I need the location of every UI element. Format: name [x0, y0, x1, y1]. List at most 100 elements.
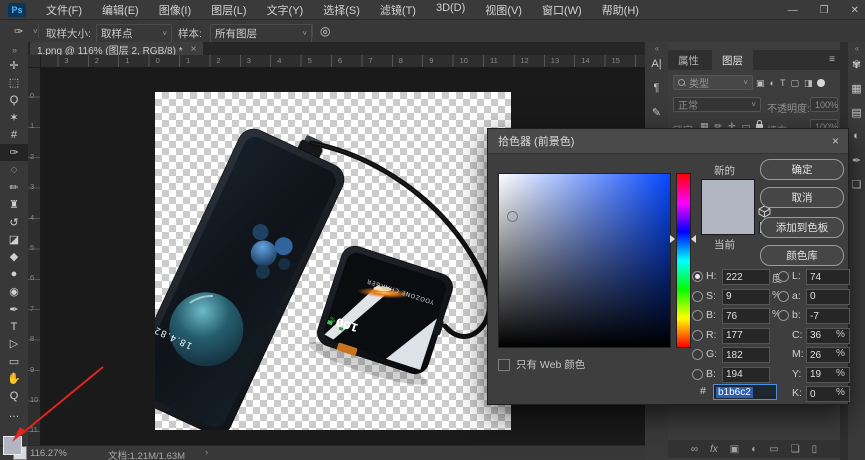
menu-item-2[interactable]: 图像(I): [159, 2, 191, 18]
dialog-close-icon[interactable]: ×: [832, 134, 839, 148]
menu-item-7[interactable]: 3D(D): [436, 2, 465, 18]
panel-menu-icon[interactable]: ≡: [829, 54, 835, 65]
layer-effects-icon[interactable]: fx: [710, 444, 718, 455]
toolbar-overflow-icon[interactable]: »: [0, 42, 28, 57]
status-chevron-icon[interactable]: ›: [205, 447, 208, 458]
filter-shape-layers-icon[interactable]: ▢: [790, 78, 799, 89]
edit-toolbar[interactable]: …: [0, 405, 28, 422]
history-brush-tool[interactable]: ↺: [0, 214, 28, 231]
delete-layer-icon[interactable]: ▯: [812, 444, 818, 455]
value-input[interactable]: -7: [806, 308, 850, 324]
marquee-tool[interactable]: ⬚: [0, 74, 28, 91]
libraries-panel-icon[interactable]: ▤: [848, 106, 865, 119]
color-panel-icon[interactable]: ✾: [848, 58, 865, 71]
move-tool[interactable]: ✛: [0, 57, 28, 74]
radio-b[interactable]: [778, 310, 789, 321]
filter-toggle-icon[interactable]: [817, 79, 825, 87]
lasso-tool[interactable]: Ϙ: [0, 92, 28, 109]
filter-type-layers-icon[interactable]: T: [780, 78, 786, 88]
pen-tool[interactable]: ✒: [0, 301, 28, 318]
menu-item-1[interactable]: 编辑(E): [102, 2, 139, 18]
dodge-tool[interactable]: ◉: [0, 283, 28, 300]
tool-bar: ✛⬚Ϙ✶#✑◌✏♜↺◪◆●◉✒T▷▭✋Q… ↻: [0, 57, 29, 460]
crop-tool[interactable]: #: [0, 127, 28, 144]
web-colors-only-row: 只有 Web 颜色: [498, 357, 585, 372]
tab-close-icon[interactable]: ×: [191, 44, 197, 55]
minimize-icon[interactable]: —: [788, 5, 798, 16]
paragraph-panel-icon[interactable]: ¶: [645, 82, 668, 94]
radio-L[interactable]: [778, 271, 789, 282]
tab-layers[interactable]: 图层: [712, 50, 753, 70]
add-layer-mask-icon[interactable]: ▣: [730, 444, 739, 455]
magic-wand-tool[interactable]: ✶: [0, 109, 28, 126]
shape-tool[interactable]: ▭: [0, 353, 28, 370]
layer-filter-search[interactable]: 类型 ˅: [673, 75, 753, 90]
eyedropper-options-icon[interactable]: ✑: [14, 25, 23, 38]
blur-tool[interactable]: ●: [0, 266, 28, 283]
cancel-button[interactable]: 取消: [760, 187, 844, 208]
menu-item-10[interactable]: 帮助(H): [602, 2, 639, 18]
menu-item-6[interactable]: 滤镜(T): [380, 2, 416, 18]
adjustments-panel-icon[interactable]: ◐: [848, 130, 865, 142]
web-colors-only-checkbox[interactable]: [498, 359, 510, 371]
eyedropper-tool[interactable]: ✑: [0, 144, 28, 161]
menu-item-9[interactable]: 窗口(W): [542, 2, 582, 18]
foreground-color-swatch[interactable]: [3, 436, 22, 455]
transparent-artboard[interactable]: 18.4.82 YOOZONE CHARGER 1: [155, 92, 511, 430]
color-value-row: b:-7: [488, 308, 850, 324]
gradient-tool[interactable]: ◆: [0, 248, 28, 265]
sample-dropdown[interactable]: 所有图层 ˅: [210, 24, 312, 43]
value-input[interactable]: 0: [806, 289, 850, 305]
shapes-panel-icon[interactable]: ❏: [848, 178, 865, 191]
new-layer-icon[interactable]: ❏: [791, 444, 800, 455]
zoom-level[interactable]: 116.27%: [30, 448, 67, 459]
close-icon[interactable]: ✕: [851, 5, 859, 16]
menu-item-5[interactable]: 选择(S): [323, 2, 360, 18]
brush-tool[interactable]: ✏: [0, 179, 28, 196]
menu-item-4[interactable]: 文字(Y): [267, 2, 304, 18]
type-tool[interactable]: T: [0, 318, 28, 335]
eraser-tool[interactable]: ◪: [0, 231, 28, 248]
sample-ring-icon[interactable]: ◎: [320, 24, 330, 38]
restore-icon[interactable]: ❐: [820, 5, 829, 16]
opacity-dropdown[interactable]: 100%: [810, 97, 838, 112]
add-to-swatches-button[interactable]: 添加到色板: [760, 217, 844, 238]
photoshop-logo-icon[interactable]: Ps: [8, 3, 26, 17]
document-size-info: 文档:1.21M/1.63M: [108, 448, 185, 460]
menu-bar: Ps 文件(F) 编辑(E) 图像(I) 图层(L) 文字(Y) 选择(S) 滤镜(T) 3D…: [0, 0, 865, 20]
dialog-title[interactable]: 拾色器 (前景色): [488, 129, 848, 154]
collapse-dock-icon[interactable]: «: [645, 44, 668, 53]
hue-slider-arrow-right[interactable]: [691, 235, 696, 243]
filter-pixel-layers-icon[interactable]: ▣: [756, 78, 765, 89]
filter-smart-objects-icon[interactable]: ◨: [804, 78, 813, 89]
value-input[interactable]: 74: [806, 269, 850, 285]
hand-tool[interactable]: ✋: [0, 370, 28, 387]
hex-value: b1b6c2: [716, 387, 753, 398]
menu-item-3[interactable]: 图层(L): [211, 2, 246, 18]
menu-item-8[interactable]: 视图(V): [485, 2, 522, 18]
eyedropper-caret-icon[interactable]: ˅: [33, 27, 38, 36]
menu-item-0[interactable]: 文件(F): [46, 2, 82, 18]
patch-tool[interactable]: ◌: [0, 161, 28, 178]
ok-button[interactable]: 确定: [760, 159, 844, 180]
swatches-panel-icon[interactable]: ▦: [848, 82, 865, 95]
new-adjustment-layer-icon[interactable]: ◐: [751, 444, 757, 455]
zoom-tool[interactable]: Q: [0, 388, 28, 405]
path-select-tool[interactable]: ▷: [0, 335, 28, 352]
hue-slider-arrow-left[interactable]: [670, 235, 675, 243]
tab-properties[interactable]: 属性: [668, 50, 709, 70]
sample-size-dropdown[interactable]: 取样点 ˅: [96, 24, 172, 43]
character-panel-icon[interactable]: A|: [645, 58, 668, 70]
radio-a[interactable]: [778, 291, 789, 302]
link-layers-icon[interactable]: ∞: [691, 444, 698, 455]
paths-panel-icon[interactable]: ✒: [848, 154, 865, 167]
new-group-icon[interactable]: ▭: [769, 444, 778, 455]
color-field-marker[interactable]: [507, 211, 518, 222]
filter-adjustment-layers-icon[interactable]: ◐: [770, 78, 775, 88]
collapse-dock-icon[interactable]: «: [848, 44, 865, 53]
blend-mode-dropdown[interactable]: 正常 ˅: [673, 97, 761, 112]
color-libraries-button[interactable]: 颜色库: [760, 245, 844, 266]
clone-stamp-tool[interactable]: ♜: [0, 196, 28, 213]
brush-settings-panel-icon[interactable]: ✎: [645, 106, 668, 119]
hex-input[interactable]: b1b6c2: [713, 384, 777, 400]
